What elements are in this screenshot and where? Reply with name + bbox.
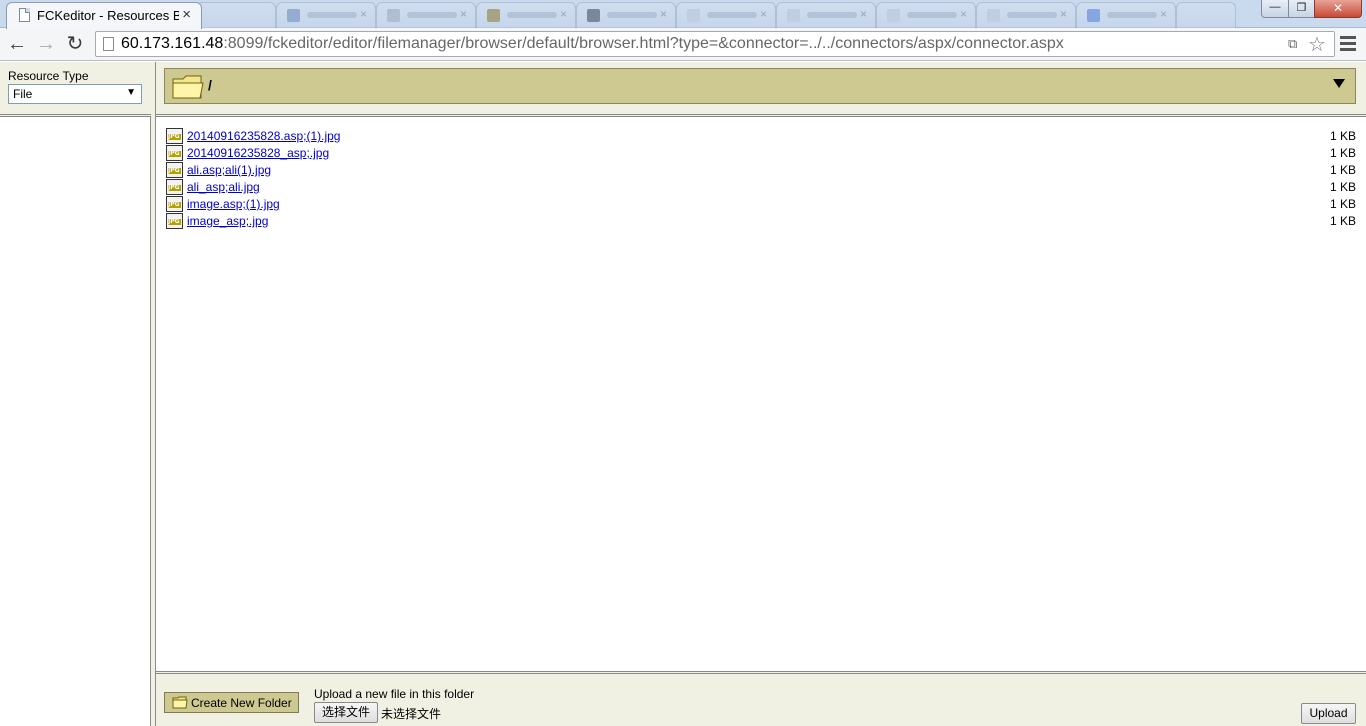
maximize-icon: ❐: [1296, 2, 1307, 14]
tab-background-7[interactable]: ×: [876, 2, 976, 28]
browser-toolbar: ← → ↻ 60.173.161.48:8099/fckeditor/edito…: [0, 28, 1366, 61]
tab-background-4[interactable]: ×: [576, 2, 676, 28]
folder-path: /: [208, 77, 212, 93]
reload-button[interactable]: ↻: [63, 32, 87, 56]
tab-background-5[interactable]: ×: [676, 2, 776, 28]
favicon-icon: [687, 9, 700, 22]
file-size: 1 KB: [1329, 180, 1356, 194]
jpg-file-icon: [166, 145, 183, 161]
file-row: ali_asp;ali.jpg 1 KB: [166, 179, 1356, 196]
tab-close-icon[interactable]: ×: [960, 7, 967, 21]
file-row: ali.asp;ali(1).jpg 1 KB: [166, 162, 1356, 179]
chevron-down-icon[interactable]: [1333, 79, 1345, 88]
upload-button[interactable]: Upload: [1301, 703, 1356, 724]
tab-background-1[interactable]: ×: [276, 2, 376, 28]
favicon-icon: [487, 9, 500, 22]
tab-close-icon[interactable]: ×: [360, 7, 367, 21]
favicon-icon: [1087, 9, 1100, 22]
upload-panel: Create New Folder Upload a new file in t…: [156, 671, 1366, 726]
jpg-file-icon: [166, 179, 183, 195]
folder-icon: [172, 696, 188, 709]
folder-icon: [172, 75, 204, 99]
file-row: image.asp;(1).jpg 1 KB: [166, 196, 1356, 213]
tab-close-icon[interactable]: ×: [1060, 7, 1067, 21]
file-link[interactable]: 20140916235828.asp;(1).jpg: [187, 129, 340, 143]
page-icon: [103, 37, 114, 51]
favicon-icon: [887, 9, 900, 22]
minimize-icon: —: [1269, 1, 1281, 13]
file-link[interactable]: ali_asp;ali.jpg: [187, 180, 260, 194]
tab-background-10[interactable]: [1176, 2, 1236, 28]
back-button[interactable]: ←: [5, 32, 29, 56]
tab-close-icon[interactable]: ×: [860, 7, 867, 21]
file-row: image_asp;.jpg 1 KB: [166, 213, 1356, 230]
jpg-file-icon: [166, 196, 183, 212]
file-link[interactable]: image_asp;.jpg: [187, 214, 268, 228]
file-size: 1 KB: [1329, 214, 1356, 228]
tab-close-icon[interactable]: ×: [760, 7, 767, 21]
tab-background-3[interactable]: ×: [476, 2, 576, 28]
resource-type-value: File: [13, 87, 33, 101]
resource-type-pane: Resource Type File ▼: [0, 62, 151, 726]
favicon-icon: [287, 9, 300, 22]
tab-close-icon[interactable]: ×: [182, 6, 191, 23]
address-bar[interactable]: 60.173.161.48:8099/fckeditor/editor/file…: [95, 31, 1335, 57]
file-link[interactable]: image.asp;(1).jpg: [187, 197, 280, 211]
current-folder-bar[interactable]: /: [164, 68, 1356, 104]
jpg-file-icon: [166, 128, 183, 144]
file-size: 1 KB: [1329, 146, 1356, 160]
address-url[interactable]: 60.173.161.48:8099/fckeditor/editor/file…: [121, 35, 1064, 53]
jpg-file-icon: [166, 213, 183, 229]
favicon-icon: [387, 9, 400, 22]
address-host: 60.173.161.48: [121, 35, 224, 52]
tab-close-icon[interactable]: ×: [560, 7, 567, 21]
address-path: :8099/fckeditor/editor/filemanager/brows…: [223, 35, 1064, 52]
choose-file-button[interactable]: 选择文件: [314, 702, 378, 723]
tab-close-icon[interactable]: ×: [660, 7, 667, 21]
chevron-down-icon: ▼: [126, 87, 136, 98]
tab-background-9[interactable]: ×: [1076, 2, 1176, 28]
tab-close-icon[interactable]: ×: [1160, 7, 1167, 21]
jpg-file-icon: [166, 162, 183, 178]
resource-type-label: Resource Type: [8, 69, 89, 83]
favicon-icon: [987, 9, 1000, 22]
tab-close-icon[interactable]: ×: [460, 7, 467, 21]
tab-title: FCKeditor - Resources B: [37, 8, 179, 23]
file-size: 1 KB: [1329, 197, 1356, 211]
tab-fckeditor-resources[interactable]: FCKeditor - Resources B ×: [6, 2, 202, 29]
file-link[interactable]: ali.asp;ali(1).jpg: [187, 163, 271, 177]
tab-strip: FCKeditor - Resources B × × × × × × × × …: [0, 0, 1366, 29]
file-list: 20140916235828.asp;(1).jpg 1 KB 20140916…: [156, 117, 1366, 671]
minimize-button[interactable]: —: [1261, 0, 1289, 18]
tab-background-8[interactable]: ×: [976, 2, 1076, 28]
tab-background-6[interactable]: ×: [776, 2, 876, 28]
tab-new-tab[interactable]: [196, 2, 276, 28]
favicon-icon: [787, 9, 800, 22]
upload-label: Upload a new file in this folder: [314, 687, 475, 701]
file-row: 20140916235828.asp;(1).jpg 1 KB: [166, 128, 1356, 145]
file-link[interactable]: 20140916235828_asp;.jpg: [187, 146, 329, 160]
file-size: 1 KB: [1329, 129, 1356, 143]
current-folder-panel: /: [156, 62, 1366, 117]
create-folder-label: Create New Folder: [191, 696, 292, 710]
tab-background-2[interactable]: ×: [376, 2, 476, 28]
translate-icon[interactable]: ⧉: [1288, 36, 1297, 52]
maximize-button[interactable]: ❐: [1288, 0, 1315, 18]
close-window-button[interactable]: ✕: [1314, 0, 1362, 18]
favicon-icon: [587, 9, 600, 22]
no-file-chosen-text: 未选择文件: [381, 707, 442, 721]
file-row: 20140916235828_asp;.jpg 1 KB: [166, 145, 1356, 162]
page-icon: [19, 8, 30, 22]
menu-icon[interactable]: [1340, 34, 1356, 54]
resource-type-select[interactable]: File ▼: [8, 84, 142, 104]
forward-button[interactable]: →: [34, 32, 58, 56]
create-folder-button[interactable]: Create New Folder: [164, 692, 299, 713]
file-size: 1 KB: [1329, 163, 1356, 177]
star-icon[interactable]: ☆: [1308, 32, 1326, 57]
resource-type-panel: Resource Type File ▼: [0, 62, 151, 117]
close-icon: ✕: [1332, 1, 1344, 15]
